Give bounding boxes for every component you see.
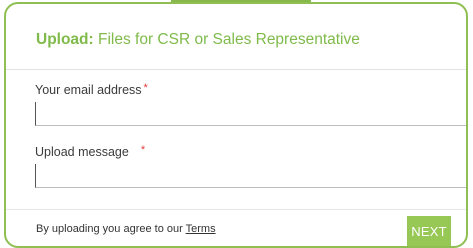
message-field-group: Upload message *: [35, 144, 466, 188]
message-label-text: Upload message: [35, 145, 129, 159]
form-title-prefix: Upload:: [36, 31, 94, 48]
upload-form-page: Upload: Files for CSR or Sales Represent…: [0, 0, 473, 248]
upload-message-input[interactable]: [35, 164, 466, 188]
form-header: Upload: Files for CSR or Sales Represent…: [6, 4, 466, 70]
terms-agreement-text: By uploading you agree to our: [36, 223, 186, 235]
form-footer: By uploading you agree to our Terms NEXT: [6, 209, 466, 246]
terms-link[interactable]: Terms: [186, 223, 216, 235]
message-required-mark: *: [140, 144, 146, 156]
email-label: Your email address *: [35, 82, 466, 97]
email-required-mark: *: [143, 82, 148, 94]
form-title: Upload: Files for CSR or Sales Represent…: [36, 31, 360, 49]
message-label: Upload message *: [35, 144, 466, 159]
next-button[interactable]: NEXT: [407, 216, 451, 246]
terms-agreement: By uploading you agree to our Terms: [36, 223, 216, 235]
email-label-text: Your email address: [35, 83, 142, 97]
form-title-text: Files for CSR or Sales Representative: [93, 31, 360, 48]
upload-form-card: Upload: Files for CSR or Sales Represent…: [4, 2, 468, 248]
email-field-group: Your email address *: [35, 82, 466, 126]
email-input[interactable]: [35, 102, 466, 126]
